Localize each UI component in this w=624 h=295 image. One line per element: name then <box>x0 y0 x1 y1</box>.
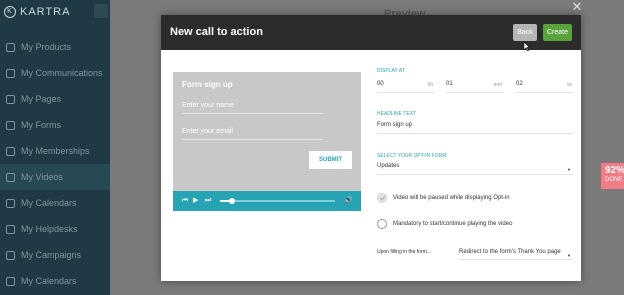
sidebar: K KARTRA My Products My Communications M… <box>0 0 110 295</box>
sidebar-item-campaigns[interactable]: My Campaigns <box>0 242 110 268</box>
upon-filling-select[interactable]: Redirect to the form's Thank You page ▼ <box>459 246 573 260</box>
communications-icon <box>6 68 15 78</box>
pause-checkbox[interactable] <box>377 193 387 203</box>
sidebar-toggle-button[interactable] <box>94 4 108 18</box>
pause-option-label: Video will be paused while displaying Op… <box>393 195 510 201</box>
cta-modal: New call to action Back Create Form sign… <box>161 15 581 281</box>
optin-label: SELECT YOUR OPT-IN FORM <box>377 153 447 159</box>
sidebar-item-helpdesks[interactable]: My Helpdesks <box>0 216 110 242</box>
badge-label: DONE <box>605 177 623 183</box>
memberships-icon <box>6 146 15 156</box>
rewind-icon[interactable]: ⏮ <box>182 196 188 206</box>
modal-title: New call to action <box>170 26 263 38</box>
video-controls: ⏮ ▶ ⏭ 🔊 <box>173 191 361 211</box>
headline-label: HEADLINE TEXT <box>377 111 417 117</box>
videos-icon <box>6 172 15 182</box>
products-icon <box>6 42 15 52</box>
close-icon[interactable]: ✕ <box>570 0 584 14</box>
logo-text: KARTRA <box>20 6 71 18</box>
sidebar-item-calendars[interactable]: My Calendars <box>0 190 110 216</box>
upon-filling-label: Upon filling in the form... <box>377 249 431 255</box>
video-preview: Form sign up Enter your name Enter your … <box>173 72 361 211</box>
dropdown-caret-icon: ▼ <box>567 253 571 258</box>
play-icon[interactable]: ▶ <box>193 196 198 206</box>
pause-option[interactable]: Video will be paused while displaying Op… <box>377 193 510 203</box>
logo-icon: K <box>4 6 16 18</box>
sidebar-item-videos[interactable]: My Videos <box>0 164 110 190</box>
headline-input[interactable]: Form sign up <box>377 119 573 134</box>
display-at-label: DISPLAY AT <box>377 68 405 74</box>
badge-percent: 92% <box>605 165 624 176</box>
sidebar-item-memberships[interactable]: My Memberships <box>0 138 110 164</box>
mandatory-option-label: Mandatory to start/continue playing the … <box>393 221 513 227</box>
seconds-input[interactable]: 02 ss <box>516 79 574 93</box>
forward-icon[interactable]: ⏭ <box>205 196 211 206</box>
helpdesks-icon <box>6 224 15 234</box>
email-input[interactable]: Enter your email <box>182 126 323 140</box>
campaigns-icon <box>6 250 15 260</box>
pages-icon <box>6 94 15 104</box>
settings-panel: DISPLAY AT 00 hh 01 mm 02 ss HEADLINE TE… <box>377 15 575 281</box>
logo: K KARTRA <box>4 4 70 20</box>
calendars-icon <box>6 276 15 286</box>
name-input[interactable]: Enter your name <box>182 100 323 114</box>
sidebar-item-forms[interactable]: My Forms <box>0 112 110 138</box>
optin-select[interactable]: Updates ▼ <box>377 160 573 175</box>
submit-button[interactable]: SUBMIT <box>309 151 352 169</box>
forms-icon <box>6 120 15 130</box>
sidebar-item-pages[interactable]: My Pages <box>0 86 110 112</box>
calendars-icon <box>6 198 15 208</box>
progress-badge[interactable]: 92% DONE <box>601 163 624 189</box>
video-progress-bar[interactable] <box>220 198 335 204</box>
sidebar-item-calendars-2[interactable]: My Calendars <box>0 268 110 294</box>
minutes-input[interactable]: 01 mm <box>446 79 504 93</box>
progress-handle[interactable] <box>228 198 235 204</box>
mandatory-checkbox[interactable] <box>377 219 387 229</box>
mandatory-option[interactable]: Mandatory to start/continue playing the … <box>377 219 512 229</box>
sidebar-nav: My Products My Communications My Pages M… <box>0 34 110 294</box>
sidebar-item-products[interactable]: My Products <box>0 34 110 60</box>
sidebar-item-communications[interactable]: My Communications <box>0 60 110 86</box>
hours-input[interactable]: 00 hh <box>377 79 435 93</box>
dropdown-caret-icon: ▼ <box>567 167 571 172</box>
volume-icon[interactable]: 🔊 <box>344 196 353 206</box>
optin-form-title: Form sign up <box>182 80 233 89</box>
